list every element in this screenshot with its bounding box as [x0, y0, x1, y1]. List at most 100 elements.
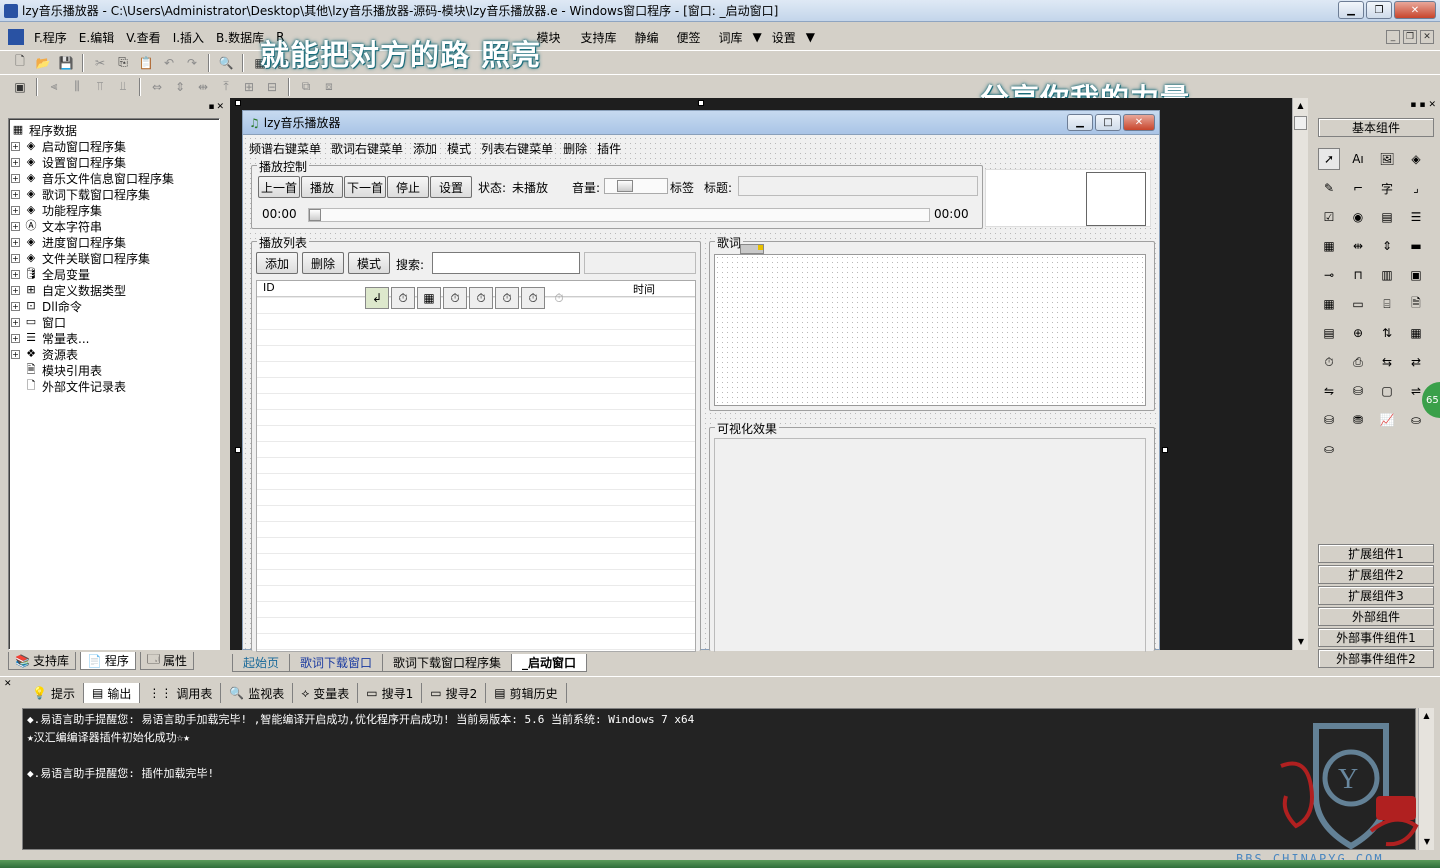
playback-button[interactable]: 下一首 — [344, 176, 386, 198]
data-source-icon[interactable]: ⛁ — [1318, 409, 1340, 431]
resize-handle[interactable] — [235, 100, 241, 106]
scroll-down-icon[interactable]: ▼ — [1293, 634, 1309, 650]
slider-icon[interactable]: ⊸ — [1318, 264, 1340, 286]
component-group-button[interactable]: 扩展组件2 — [1318, 565, 1434, 584]
checkbox-icon[interactable]: ☑ — [1318, 206, 1340, 228]
designer-scrollbar[interactable]: ▲ ▼ — [1292, 98, 1308, 650]
progress-slider[interactable] — [308, 208, 930, 222]
tree-item[interactable]: + ⊞ 自定义数据类型 — [11, 282, 217, 298]
tree-item[interactable]: + ◈ 文件关联窗口程序集 — [11, 250, 217, 266]
resize-handle[interactable] — [1162, 447, 1168, 453]
output-tab[interactable]: 💡 提示 — [24, 683, 84, 703]
db-icon[interactable]: ⛁ — [1347, 380, 1369, 402]
arrow-component-icon[interactable]: ↲ — [365, 287, 389, 309]
odbc-provider-icon[interactable]: ⛀ — [1318, 438, 1340, 460]
space-v-icon[interactable]: ⤒ — [216, 78, 236, 96]
search-input[interactable] — [432, 252, 580, 274]
playlist-button[interactable]: 删除 — [302, 252, 344, 274]
listbox-icon[interactable]: ☰ — [1405, 206, 1427, 228]
cut-icon[interactable]: ✂ — [90, 54, 110, 72]
form-menu-item[interactable]: 频谱右键菜单 — [249, 140, 321, 157]
playback-button[interactable]: 播放 — [301, 176, 343, 198]
form-menu-item[interactable]: 歌词右键菜单 — [331, 140, 403, 157]
client-icon[interactable]: ⇄ — [1405, 351, 1427, 373]
timer-icon[interactable]: ⏱ — [391, 287, 415, 309]
mdi-close-icon[interactable]: ✕ — [1420, 30, 1434, 44]
expand-icon[interactable]: + — [11, 189, 20, 199]
visual-display[interactable] — [714, 438, 1146, 652]
form-close-button[interactable]: ✕ — [1123, 114, 1155, 131]
menu-support-lib[interactable]: 支持库 — [574, 29, 622, 46]
form-maximize-button[interactable]: □ — [1095, 114, 1121, 131]
server-icon[interactable]: ⇋ — [1318, 380, 1340, 402]
output-tab[interactable]: 🔍 监视表 — [221, 683, 294, 703]
same-height-icon[interactable]: ⇕ — [170, 78, 190, 96]
tree-item[interactable]: + ◈ 歌词下载窗口程序集 — [11, 186, 217, 202]
scrollbar-v-icon[interactable]: ⇕ — [1376, 235, 1398, 257]
tab-properties[interactable]: 🗔 属性 — [139, 652, 194, 670]
edit-icon[interactable]: ✎ — [1318, 177, 1340, 199]
output-tab[interactable]: ▤ 输出 — [83, 683, 141, 703]
picture-icon[interactable]: 🖼 — [1376, 148, 1398, 170]
menu-view[interactable]: V.查看 — [120, 29, 166, 46]
calendar-icon[interactable]: ▦ — [417, 287, 441, 309]
expand-icon[interactable]: + — [11, 285, 20, 295]
timer-icon[interactable]: ⏱ — [495, 287, 519, 309]
space-h-icon[interactable]: ⇹ — [193, 78, 213, 96]
date-icon[interactable]: ▥ — [1376, 264, 1398, 286]
frame-icon[interactable]: ▢ — [1376, 380, 1398, 402]
playlist-table[interactable]: ID 时间 ↲ ⏱ ▦ ⏱ ⏱ ⏱ ⏱ ⏱ — [256, 280, 696, 652]
designed-form-window[interactable]: ♫ lzy音乐播放器 ▁ □ ✕ 频谱右键菜单 歌词右键菜单 添加 模式 列表右键菜单删… — [242, 110, 1160, 652]
form-icon[interactable]: ▣ — [10, 78, 30, 96]
playback-button[interactable]: 上一首 — [258, 176, 300, 198]
menu-insert[interactable]: I.插入 — [167, 29, 210, 46]
menu-program[interactable]: F.程序 — [28, 29, 73, 46]
network-icon[interactable]: ⇆ — [1376, 351, 1398, 373]
col-time[interactable]: 时间 — [633, 281, 655, 297]
editor-tab[interactable]: _启动窗口 — [511, 654, 588, 672]
undo-icon[interactable]: ↶ — [159, 54, 179, 72]
expand-icon[interactable]: + — [11, 157, 20, 167]
align-top-icon[interactable]: ⫪ — [90, 78, 110, 96]
timer-icon[interactable]: ⏱ — [547, 287, 571, 309]
redo-icon[interactable]: ↷ — [182, 54, 202, 72]
output-tab[interactable]: ▭ 搜寻2 — [422, 683, 487, 703]
basic-components-button[interactable]: 基本组件 — [1318, 118, 1434, 137]
component-group-button[interactable]: 外部事件组件1 — [1318, 628, 1434, 647]
center-v-icon[interactable]: ⊟ — [262, 78, 282, 96]
menu-thesaurus[interactable]: 词库 — [713, 29, 749, 46]
editor-tab[interactable]: 歌词下载窗口 — [289, 654, 384, 672]
line-icon[interactable]: ⌟ — [1405, 177, 1427, 199]
menu-static-compile[interactable]: 静编 — [628, 29, 664, 46]
mdi-restore-icon[interactable]: ❐ — [1403, 30, 1417, 44]
form-menu-item[interactable]: 插件 — [597, 140, 621, 157]
form-minimize-button[interactable]: ▁ — [1067, 114, 1093, 131]
restore-button[interactable]: ❐ — [1366, 1, 1392, 19]
form-menu-item[interactable]: 添加 — [413, 140, 437, 157]
same-width-icon[interactable]: ⇔ — [147, 78, 167, 96]
caption-field[interactable] — [738, 176, 978, 196]
center-h-icon[interactable]: ⊞ — [239, 78, 259, 96]
chevron-down-icon[interactable]: ▼ — [749, 30, 766, 44]
chart-icon[interactable]: 📈 — [1376, 409, 1398, 431]
expand-icon[interactable]: + — [11, 237, 20, 247]
tree-item[interactable]: + ◈ 进度窗口程序集 — [11, 234, 217, 250]
panel-close-icon[interactable]: ✕ — [216, 102, 224, 112]
expand-icon[interactable]: + — [11, 349, 20, 359]
paste-icon[interactable]: 📋 — [136, 54, 156, 72]
playback-button[interactable]: 设置 — [430, 176, 472, 198]
playlist-button[interactable]: 添加 — [256, 252, 298, 274]
output-tab[interactable]: ⋮⋮ 调用表 — [140, 683, 222, 703]
tree-item[interactable]: + ▭ 窗口 — [11, 314, 217, 330]
pointer-icon[interactable]: ➚ — [1318, 148, 1340, 170]
timer-icon[interactable]: ⏱ — [1318, 351, 1340, 373]
tree-item[interactable]: + ◈ 启动窗口程序集 — [11, 138, 217, 154]
splitter-icon[interactable]: ⇅ — [1376, 322, 1398, 344]
combobox-icon[interactable]: ▤ — [1376, 206, 1398, 228]
panel-max-icon[interactable]: ▪ — [1419, 100, 1425, 110]
label-icon[interactable]: Aı — [1347, 148, 1369, 170]
output-tab[interactable]: ▭ 搜寻1 — [358, 683, 423, 703]
mdi-minimize-icon[interactable]: _ — [1386, 30, 1400, 44]
table-icon[interactable]: ▦ — [1318, 293, 1340, 315]
richtext-icon[interactable]: 🗎 — [1405, 293, 1427, 315]
